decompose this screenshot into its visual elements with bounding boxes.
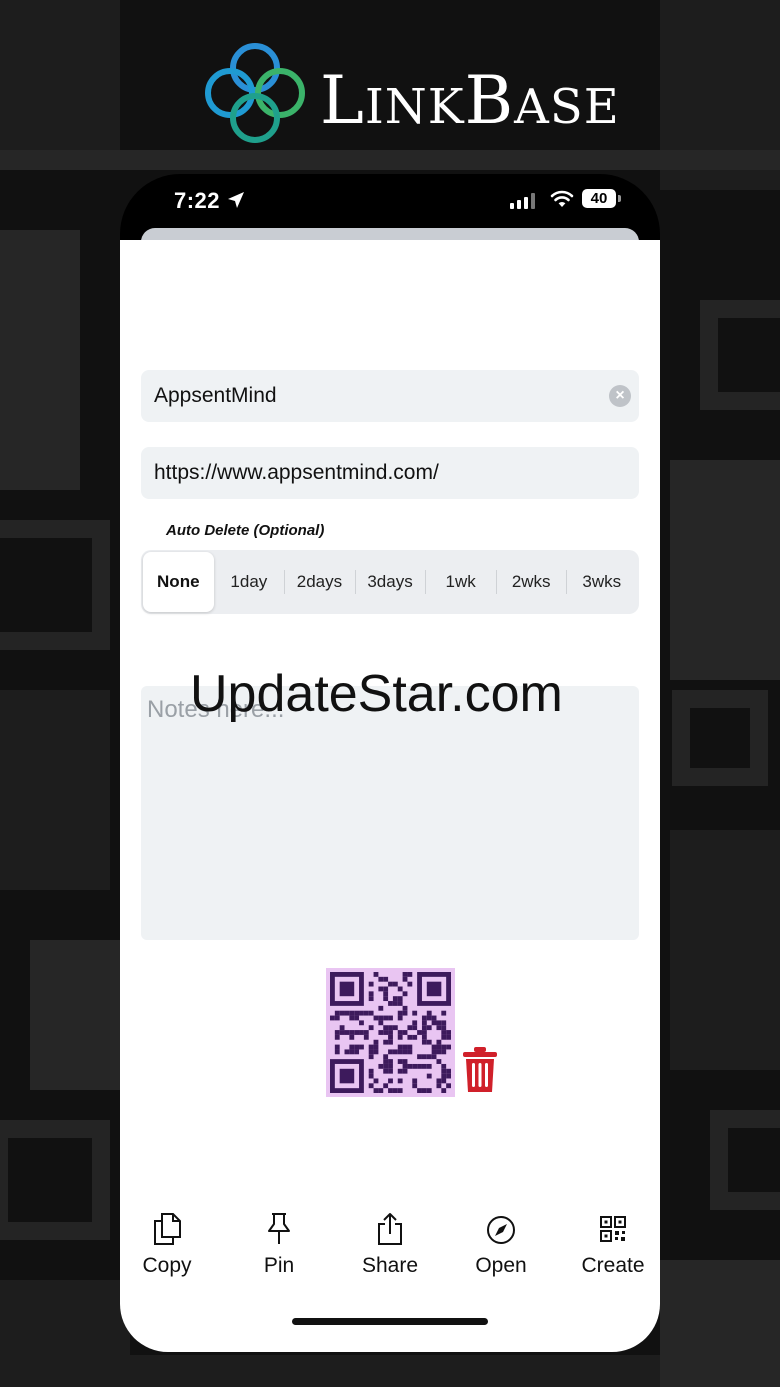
location-arrow-icon: [228, 192, 244, 208]
auto-delete-option-1day[interactable]: 1day: [214, 552, 285, 612]
battery-icon: 40: [582, 189, 616, 208]
link-editor-sheet: AppsentMind × https://www.appsentmind.co…: [120, 240, 660, 1352]
linkbase-logo: LINKBASE: [200, 38, 619, 148]
signal-icon: [510, 193, 535, 209]
auto-delete-option-1wk[interactable]: 1wk: [425, 552, 496, 612]
open-button[interactable]: Open: [451, 1212, 551, 1278]
notes-placeholder: Notes here...: [147, 696, 285, 723]
link-name-value: AppsentMind: [154, 384, 277, 407]
pin-icon: [268, 1213, 290, 1244]
phone-frame: 7:22 40 AppsentMind × https://www.appsen…: [120, 174, 660, 1352]
auto-delete-option-3days[interactable]: 3days: [354, 552, 426, 612]
link-url-value: https://www.appsentmind.com/: [154, 461, 439, 484]
status-time: 7:22: [174, 188, 221, 213]
linkbase-logo-icon: [205, 43, 305, 143]
wifi-icon: [550, 190, 574, 207]
trash-icon[interactable]: [461, 1046, 499, 1094]
auto-delete-option-3wks[interactable]: 3wks: [566, 552, 637, 612]
bottom-toolbar: Copy Pin Share Open Create: [120, 1212, 660, 1292]
notes-textarea[interactable]: Notes here...: [141, 686, 639, 940]
auto-delete-segmented-control: None 1day 2days 3days 1wk 2wks 3wks: [141, 550, 639, 614]
share-button[interactable]: Share: [340, 1212, 440, 1278]
link-url-field[interactable]: https://www.appsentmind.com/: [141, 447, 639, 499]
create-label: Create: [581, 1254, 645, 1277]
battery-nub: [618, 195, 621, 202]
pin-button[interactable]: Pin: [229, 1212, 329, 1278]
share-icon: [378, 1213, 402, 1245]
home-indicator: [292, 1318, 488, 1325]
link-name-field[interactable]: AppsentMind ×: [141, 370, 639, 422]
copy-button[interactable]: Copy: [120, 1212, 217, 1278]
qr-code-icon[interactable]: [326, 968, 455, 1097]
clear-icon[interactable]: ×: [609, 385, 631, 407]
pin-label: Pin: [263, 1254, 295, 1277]
copy-label: Copy: [142, 1254, 192, 1277]
compass-icon: [487, 1216, 515, 1244]
auto-delete-option-none[interactable]: None: [143, 552, 214, 612]
open-label: Open: [475, 1254, 527, 1277]
app-title: LINKBASE: [320, 62, 620, 139]
create-button[interactable]: Create: [563, 1212, 660, 1278]
auto-delete-label: Auto Delete (Optional): [166, 522, 325, 539]
auto-delete-option-2wks[interactable]: 2wks: [495, 552, 567, 612]
copy-icon: [154, 1213, 181, 1245]
auto-delete-option-2days[interactable]: 2days: [284, 552, 355, 612]
share-label: Share: [361, 1254, 419, 1277]
qr-create-icon: [600, 1216, 626, 1242]
